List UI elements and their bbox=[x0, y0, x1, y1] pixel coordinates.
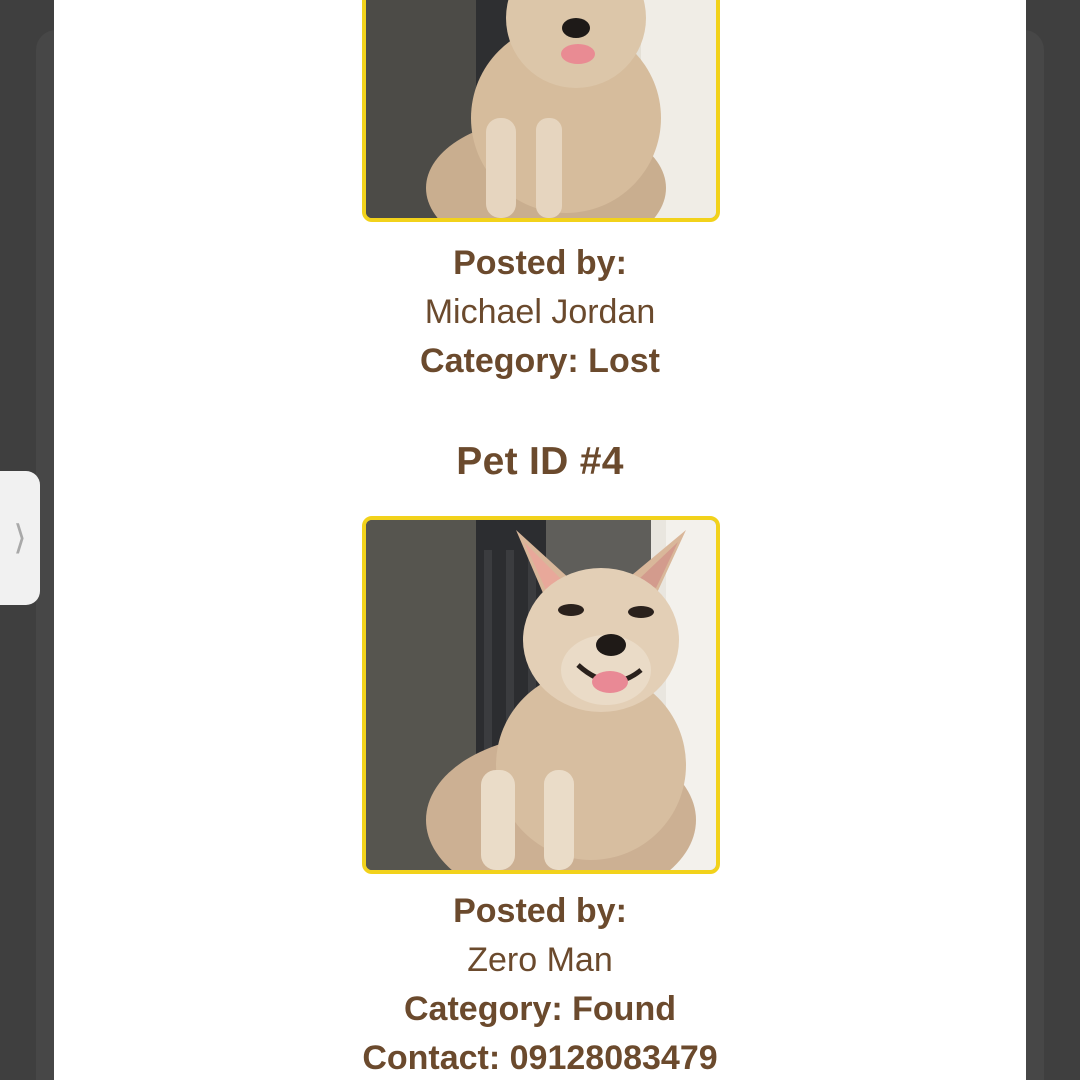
category-label: Category: Lost bbox=[420, 342, 660, 380]
contact-label: Contact: 09128083479 bbox=[362, 1039, 718, 1077]
screen: Posted by: Michael Jordan Category: Lost… bbox=[0, 0, 1080, 1080]
posted-by-label: Posted by: bbox=[453, 892, 627, 930]
side-panel-handle[interactable]: ⟩ bbox=[0, 471, 40, 605]
pet-photo[interactable] bbox=[362, 516, 720, 874]
dog-photo-icon bbox=[366, 0, 716, 218]
pet-feed-card[interactable]: Posted by: Michael Jordan Category: Lost… bbox=[54, 0, 1026, 1080]
category-label: Category: Found bbox=[404, 990, 676, 1028]
chevron-right-icon: ⟩ bbox=[13, 518, 27, 558]
pet-photo[interactable] bbox=[362, 0, 720, 222]
poster-name: Michael Jordan bbox=[424, 293, 656, 331]
poster-name: Zero Man bbox=[467, 941, 613, 979]
pet-id-title: Pet ID #4 bbox=[456, 440, 624, 483]
posted-by-label: Posted by: bbox=[453, 244, 627, 282]
dog-photo-icon bbox=[366, 520, 716, 870]
